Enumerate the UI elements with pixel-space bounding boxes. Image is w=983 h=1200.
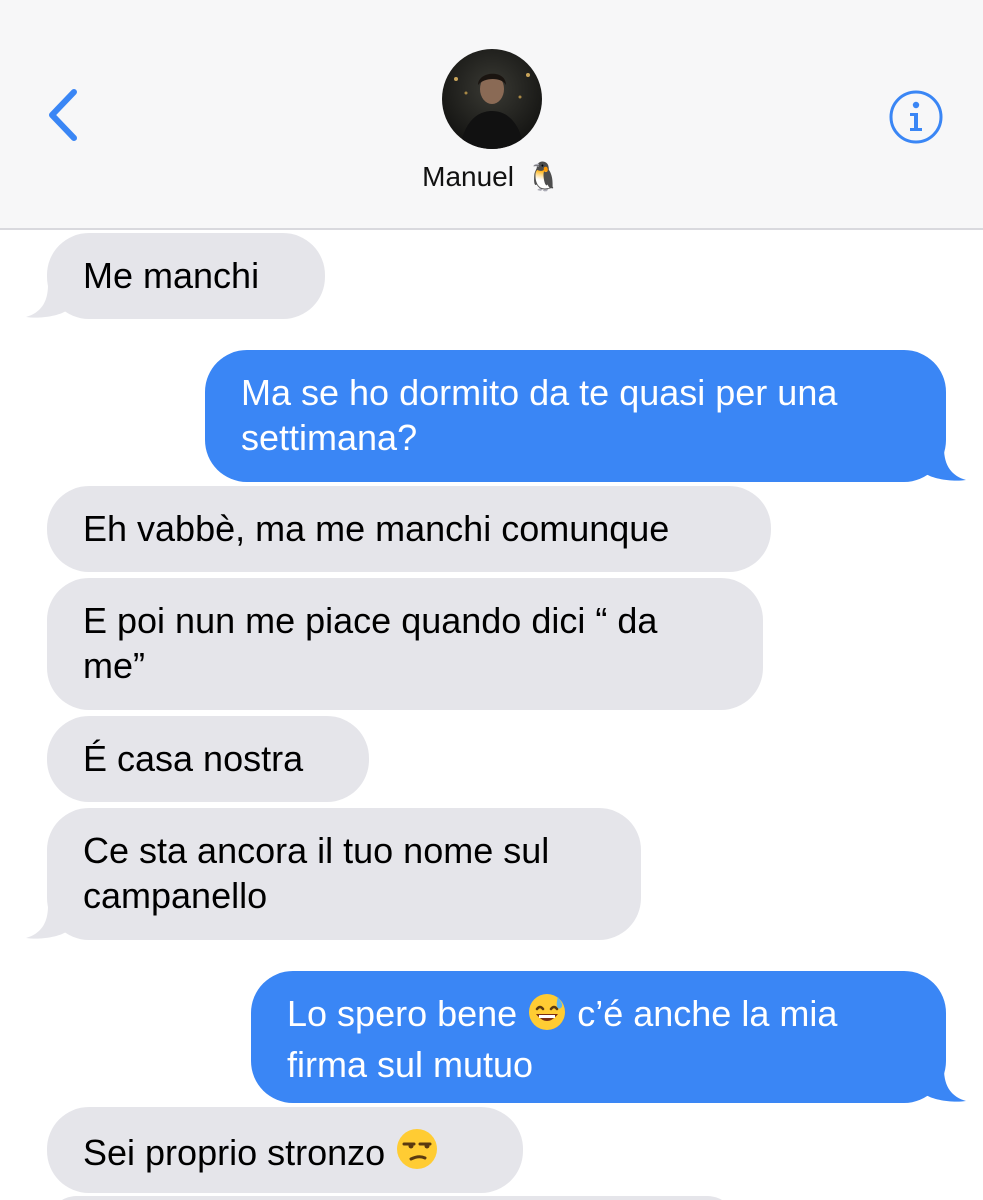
contact-name-row[interactable]: Manuel 🐧 (0, 160, 983, 193)
back-button[interactable] (38, 82, 88, 148)
sent-message[interactable]: Lo spero bene c’é anche la mia firma sul… (251, 971, 946, 1103)
info-button[interactable] (888, 89, 944, 145)
contact-avatar[interactable] (442, 49, 542, 149)
received-bubble-tail (26, 906, 66, 939)
message-text: Me manchi (83, 255, 260, 296)
message-text: E poi nun me piace quando dici “ da me” (83, 600, 658, 686)
received-message-partial[interactable] (47, 1196, 737, 1200)
avatar-photo (442, 49, 542, 149)
received-message[interactable]: Sei proprio stronzo (47, 1107, 523, 1193)
sent-bubble-tail (926, 1069, 966, 1102)
received-message[interactable]: E poi nun me piace quando dici “ da me” (47, 578, 763, 710)
sweat-smile-icon (527, 992, 567, 1042)
sent-message[interactable]: Ma se ho dormito da te quasi per una set… (205, 350, 946, 482)
sent-bubble-tail (926, 448, 966, 481)
received-message[interactable]: É casa nostra (47, 716, 369, 802)
info-circle-icon (889, 90, 943, 144)
message-text: Eh vabbè, ma me manchi comunque (83, 508, 670, 549)
message-text-start: Lo spero bene (287, 993, 518, 1034)
received-message[interactable]: Ce sta ancora il tuo nome sul campanello (47, 808, 641, 940)
received-message[interactable]: Me manchi (47, 233, 325, 319)
penguin-icon: 🐧 (525, 161, 561, 192)
contact-name: Manuel (422, 160, 514, 192)
message-text: Ce sta ancora il tuo nome sul campanello (83, 830, 550, 916)
message-text: Ma se ho dormito da te quasi per una set… (241, 372, 838, 458)
message-text: Sei proprio stronzo (83, 1132, 386, 1173)
received-message[interactable]: Eh vabbè, ma me manchi comunque (47, 486, 771, 572)
chevron-left-icon (49, 89, 77, 141)
message-text: É casa nostra (83, 738, 304, 779)
received-bubble-tail (26, 285, 66, 318)
message-thread[interactable]: Me manchi Ma se ho dormito da te quasi p… (0, 230, 983, 1200)
conversation-header: Manuel 🐧 (0, 0, 983, 230)
unamused-face-icon (395, 1127, 439, 1181)
